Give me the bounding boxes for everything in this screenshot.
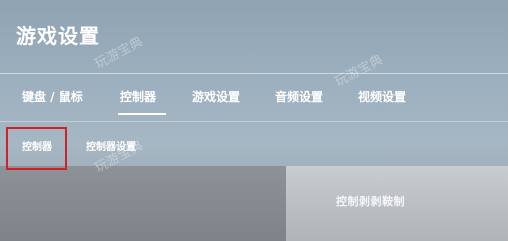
tab-video-settings[interactable]: 视频设置 — [358, 88, 406, 105]
header-divider — [0, 73, 508, 74]
active-tab-indicator — [118, 113, 166, 115]
tab-controller[interactable]: 控制器 — [120, 88, 156, 105]
subtab-controller-settings[interactable]: 控制器设置 — [86, 138, 136, 153]
subtab-divider — [0, 121, 508, 122]
watermark-2: 玩游宝典 — [332, 52, 386, 91]
tab-game-settings[interactable]: 游戏设置 — [192, 88, 240, 105]
main-tab-bar: 键盘 / 鼠标 控制器 游戏设置 音频设置 视频设置 — [0, 88, 508, 112]
tab-keyboard-mouse[interactable]: 键盘 / 鼠标 — [22, 88, 83, 105]
highlight-box — [6, 127, 67, 170]
control-label: 控制剥剥鞍制 — [336, 195, 405, 208]
page-title: 游戏设置 — [16, 24, 100, 48]
tab-audio-settings[interactable]: 音频设置 — [275, 88, 323, 105]
